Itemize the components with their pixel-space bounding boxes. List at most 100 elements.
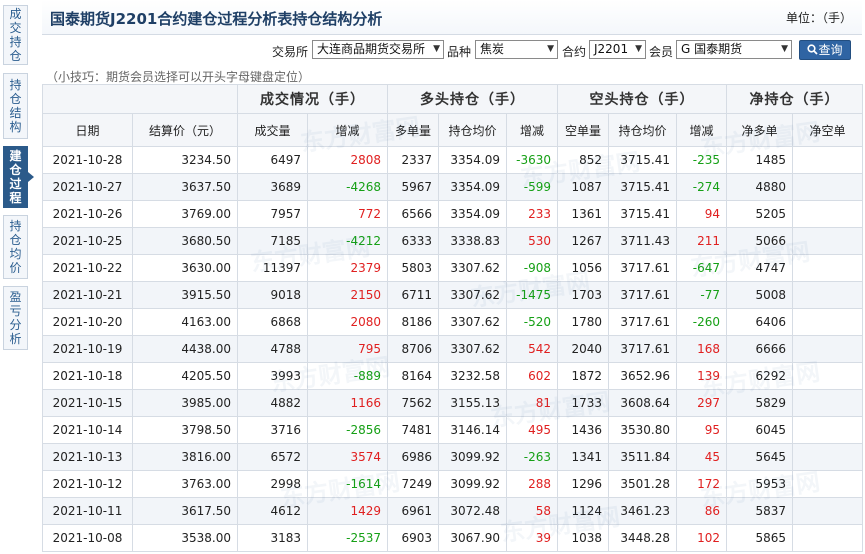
chevron-down-icon: ▼ xyxy=(547,44,554,54)
tab-position-building[interactable]: 建仓过程 xyxy=(3,146,34,208)
table-row: 2021-10-27 3637.50 3689 -4268 5967 3354.09 -59… xyxy=(42,173,864,201)
column-header: 持仓均价 xyxy=(608,113,678,147)
table-cell: 3716 xyxy=(237,416,308,444)
table-cell: 530 xyxy=(505,227,559,255)
table-cell: 6292 xyxy=(726,362,794,390)
table-cell: -260 xyxy=(676,308,728,336)
group-header-volume: 成交情况（手） xyxy=(237,84,388,114)
table-cell: 1166 xyxy=(307,389,388,417)
table-cell: 3985.00 xyxy=(132,389,238,417)
table-cell: 3155.13 xyxy=(438,389,507,417)
table-cell: 5645 xyxy=(726,443,794,471)
table-cell: 2021-10-14 xyxy=(42,416,133,444)
table-cell: 81 xyxy=(505,389,559,417)
member-select[interactable]: G 国泰期货 ▼ xyxy=(676,40,792,59)
table-row: 2021-10-25 3680.50 7185 -4212 6333 3338.83 530… xyxy=(42,227,864,255)
table-cell: -647 xyxy=(676,254,728,282)
table-cell: 1296 xyxy=(557,470,610,498)
header-bar: 国泰期货J2201合约建仓过程分析表持仓结构分析 单位：（手） xyxy=(42,0,862,35)
contract-select[interactable]: J2201 ▼ xyxy=(589,40,646,59)
table-cell: 3354.09 xyxy=(438,173,507,201)
table-cell: 45 xyxy=(676,443,728,471)
table-cell xyxy=(792,443,864,471)
table-cell: 86 xyxy=(676,497,728,525)
table-cell: 3717.61 xyxy=(608,308,678,336)
table-cell: 6868 xyxy=(237,308,308,336)
table-cell: 3652.96 xyxy=(608,362,678,390)
column-header: 日期 xyxy=(42,113,133,147)
table-cell: 3717.61 xyxy=(608,254,678,282)
exchange-select[interactable]: 大连商品期货交易所 ▼ xyxy=(312,40,444,59)
tab-average-position-price[interactable]: 持仓均价 xyxy=(3,215,28,279)
table-cell: -1475 xyxy=(505,281,559,309)
table-cell xyxy=(792,200,864,228)
table-cell: 3234.50 xyxy=(132,146,238,174)
table-cell xyxy=(792,227,864,255)
table-cell: 2021-10-25 xyxy=(42,227,133,255)
table-cell: 5967 xyxy=(387,173,439,201)
table-cell: 3338.83 xyxy=(438,227,507,255)
table-cell: 3307.62 xyxy=(438,254,507,282)
table-cell xyxy=(792,389,864,417)
table-cell: -2537 xyxy=(307,524,388,552)
table-cell: 11397 xyxy=(237,254,308,282)
table-cell: 7249 xyxy=(387,470,439,498)
table-group-header: 成交情况（手） 多头持仓（手） 空头持仓（手） 净持仓（手） xyxy=(42,84,864,114)
table-cell: -1614 xyxy=(307,470,388,498)
group-header-blank xyxy=(42,84,238,114)
table-cell: 2150 xyxy=(307,281,388,309)
table-cell: 2337 xyxy=(387,146,439,174)
table-cell: 3715.41 xyxy=(608,146,678,174)
table-cell: 6986 xyxy=(387,443,439,471)
table-cell: -908 xyxy=(505,254,559,282)
table-cell: 2998 xyxy=(237,470,308,498)
table-cell: 3448.28 xyxy=(608,524,678,552)
variety-select[interactable]: 焦炭 ▼ xyxy=(475,40,558,59)
search-icon xyxy=(807,44,819,55)
table-cell: 4882 xyxy=(237,389,308,417)
table-cell: 9018 xyxy=(237,281,308,309)
search-button[interactable]: 查询 xyxy=(799,40,851,60)
table-cell: 3307.62 xyxy=(438,335,507,363)
table-cell: 3501.28 xyxy=(608,470,678,498)
table-cell: 2021-10-26 xyxy=(42,200,133,228)
table-cell: 6961 xyxy=(387,497,439,525)
table-cell xyxy=(792,497,864,525)
tip-text: （小技巧：期货会员选择可以开头字母键盘定位） xyxy=(46,70,311,84)
table-cell: 5205 xyxy=(726,200,794,228)
table-cell: 4163.00 xyxy=(132,308,238,336)
table-cell: 542 xyxy=(505,335,559,363)
table-cell: 2021-10-19 xyxy=(42,335,133,363)
table-cell: 1361 xyxy=(557,200,610,228)
tab-position-structure[interactable]: 持仓结构 xyxy=(3,73,28,139)
table-cell: 5066 xyxy=(726,227,794,255)
table-cell: 168 xyxy=(676,335,728,363)
table-cell: 7957 xyxy=(237,200,308,228)
table-cell: 772 xyxy=(307,200,388,228)
table-cell: 3511.84 xyxy=(608,443,678,471)
table-cell: 1429 xyxy=(307,497,388,525)
tab-volume-position[interactable]: 成交持仓 xyxy=(3,5,28,65)
tab-profit-loss[interactable]: 盈亏分析 xyxy=(3,286,28,350)
page-title: 国泰期货J2201合约建仓过程分析表持仓结构分析 xyxy=(50,10,383,28)
table-cell: 5008 xyxy=(726,281,794,309)
table-cell: 3574 xyxy=(307,443,388,471)
table-cell: 2021-10-28 xyxy=(42,146,133,174)
table-cell: 6406 xyxy=(726,308,794,336)
table-cell: 1733 xyxy=(557,389,610,417)
table-cell xyxy=(792,362,864,390)
table-cell: 297 xyxy=(676,389,728,417)
table-cell: 139 xyxy=(676,362,728,390)
table-cell: 1124 xyxy=(557,497,610,525)
table-cell: 2021-10-21 xyxy=(42,281,133,309)
table-cell: 495 xyxy=(505,416,559,444)
table-cell: 1267 xyxy=(557,227,610,255)
table-cell: 6333 xyxy=(387,227,439,255)
table-cell: 3715.41 xyxy=(608,173,678,201)
table-cell xyxy=(792,416,864,444)
table-cell: 8186 xyxy=(387,308,439,336)
table-row: 2021-10-20 4163.00 6868 2080 8186 3307.62 -520… xyxy=(42,308,864,336)
table-body: 2021-10-28 3234.50 6497 2808 2337 3354.09 -363… xyxy=(42,146,864,552)
table-cell: 6566 xyxy=(387,200,439,228)
table-cell: 7185 xyxy=(237,227,308,255)
